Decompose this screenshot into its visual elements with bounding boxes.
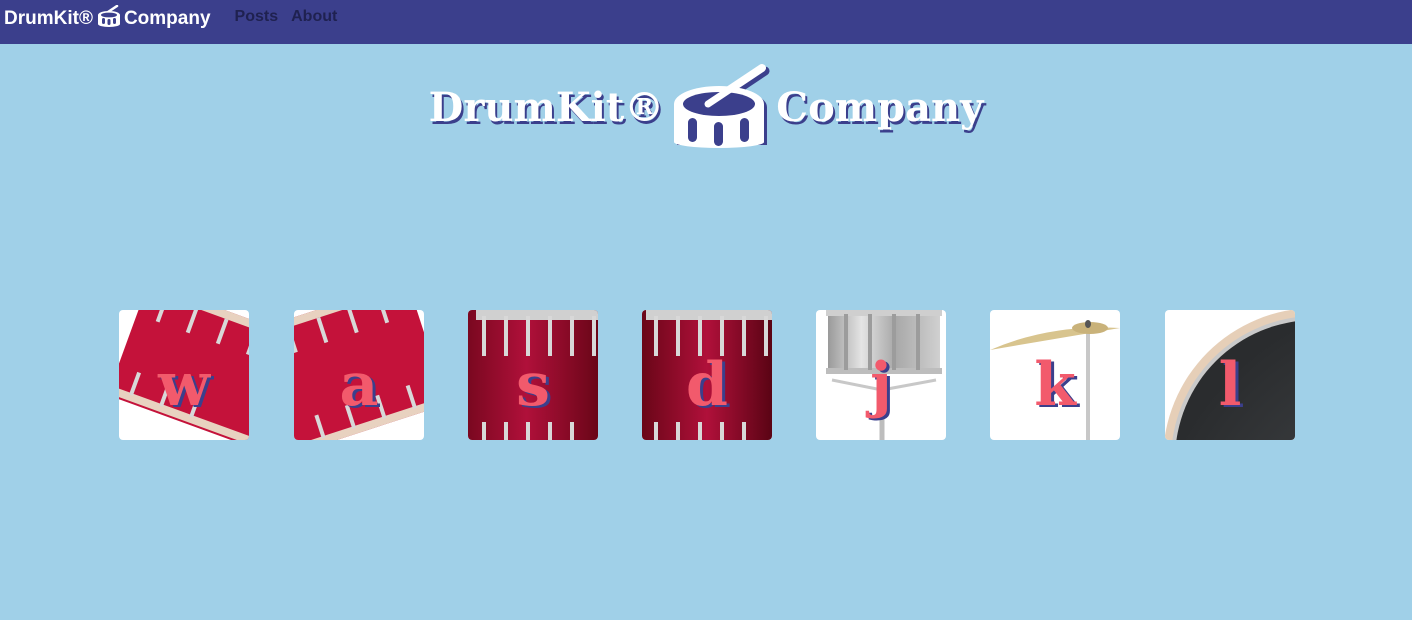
key-a[interactable]: a — [294, 310, 424, 440]
key-s[interactable]: s — [468, 310, 598, 440]
hero-logo: DrumKit® Company — [0, 62, 1412, 153]
brand-name-right: Company — [123, 8, 211, 29]
key-k[interactable]: k — [990, 310, 1120, 440]
brand-name-left: DrumKit® — [4, 8, 93, 29]
key-letter: a — [339, 350, 379, 420]
drum-icon — [670, 62, 770, 153]
key-letter: l — [1218, 350, 1242, 420]
drum-icon — [97, 4, 121, 33]
brand-link[interactable]: DrumKit® Company — [4, 4, 211, 33]
key-l[interactable]: l — [1165, 310, 1295, 440]
key-letter: s — [516, 350, 550, 420]
key-w[interactable]: w — [119, 310, 249, 440]
nav-link-about[interactable]: About — [291, 8, 337, 26]
key-letter: w — [158, 350, 210, 420]
key-letter: k — [1034, 350, 1076, 420]
key-letter: j — [870, 350, 892, 420]
navbar: DrumKit® Company Posts About — [0, 0, 1412, 44]
nav-link-posts[interactable]: Posts — [235, 8, 279, 26]
key-letter: d — [686, 350, 728, 420]
key-j[interactable]: j — [816, 310, 946, 440]
drum-keys: w a s d j k l — [0, 310, 1412, 440]
hero-title-left: DrumKit® — [428, 84, 665, 131]
hero-title-right: Company — [776, 84, 984, 131]
key-d[interactable]: d — [642, 310, 772, 440]
nav-links: Posts About — [235, 8, 351, 26]
